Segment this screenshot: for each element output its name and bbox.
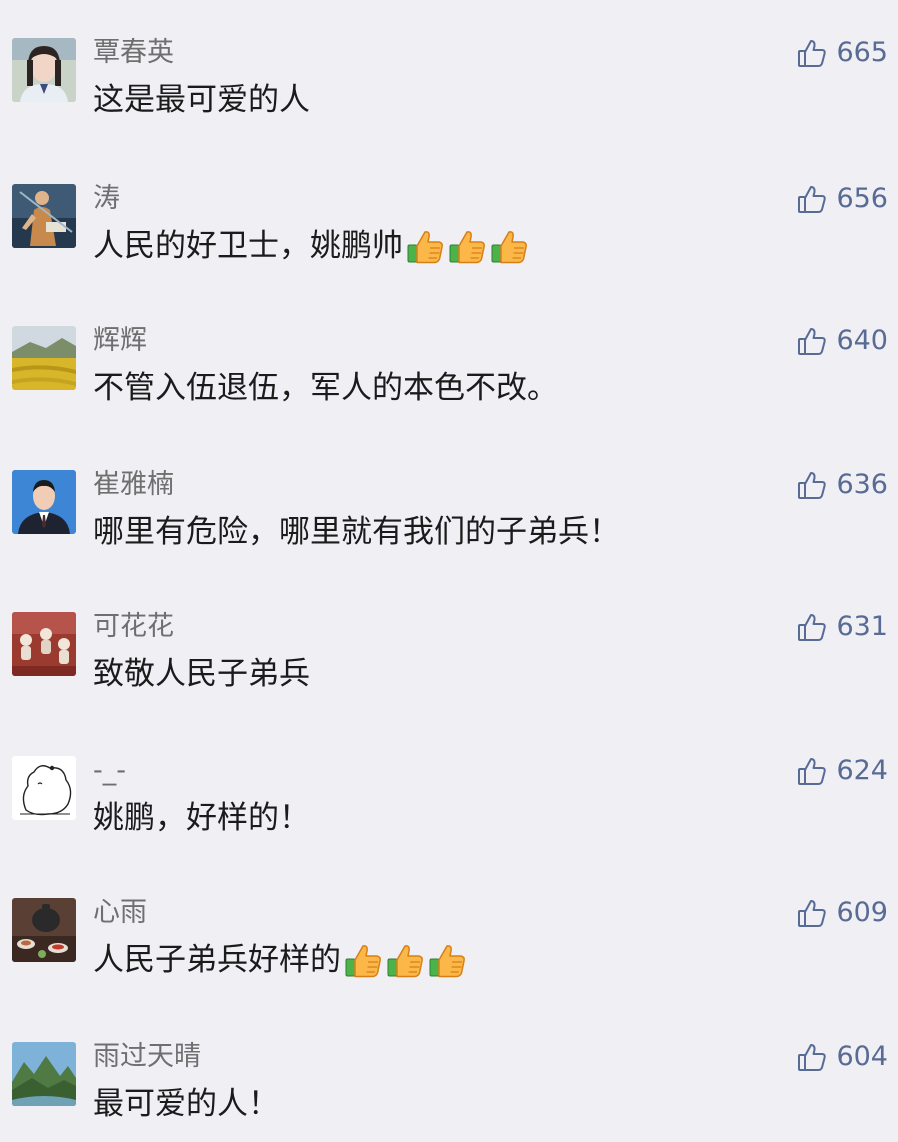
comment-item: 心雨 人民子弟兵好样的 609	[0, 897, 898, 998]
comment-text: 这是最可爱的人	[93, 82, 310, 118]
comment-item: 可花花 致敬人民子弟兵 631	[0, 611, 898, 712]
comment-text: 致敬人民子弟兵	[93, 656, 310, 692]
comment-item: 覃春英 这是最可爱的人 665	[0, 37, 898, 138]
comment-text-row: 这是最可爱的人	[93, 80, 310, 120]
avatar[interactable]	[12, 184, 76, 248]
avatar[interactable]	[12, 38, 76, 102]
username[interactable]: -_-	[93, 756, 126, 786]
avatar-man-portrait	[12, 470, 76, 534]
thumbs-up-emoji-icon	[491, 231, 527, 264]
like-button[interactable]: 631	[796, 608, 888, 646]
comment-text-row: 哪里有危险，哪里就有我们的子弟兵！	[93, 512, 620, 552]
comment-text: 人民子弟兵好样的	[93, 942, 341, 978]
comment-item: 崔雅楠 哪里有危险，哪里就有我们的子弟兵！ 636	[0, 469, 898, 570]
comment-list: 覃春英 这是最可爱的人 665 涛 人民的好卫士，姚鹏帅 656 辉辉 不管入伍…	[0, 0, 898, 1140]
avatar[interactable]	[12, 612, 76, 676]
avatar-woman-portrait	[12, 38, 76, 102]
emoji-group	[343, 940, 469, 980]
comment-text-row: 人民子弟兵好样的	[93, 940, 469, 980]
thumbs-up-emoji-icon	[429, 945, 465, 978]
thumbs-up-icon	[798, 900, 827, 927]
username[interactable]: 雨过天晴	[93, 1042, 201, 1072]
comment-item: 涛 人民的好卫士，姚鹏帅 656	[0, 183, 898, 284]
comment-item: -_- 姚鹏，好样的！ 624	[0, 755, 898, 856]
like-button[interactable]: 609	[796, 894, 888, 932]
username[interactable]: 辉辉	[93, 326, 147, 356]
thumbs-up-emoji-icon	[407, 231, 443, 264]
like-count: 609	[836, 897, 888, 928]
avatar-landscape-field	[12, 326, 76, 390]
like-count: 636	[836, 469, 888, 500]
like-button[interactable]: 640	[796, 322, 888, 360]
avatar-mountain-landscape	[12, 1042, 76, 1106]
thumbs-up-emoji-icon	[449, 231, 485, 264]
like-button[interactable]: 624	[796, 752, 888, 790]
thumbs-up-emoji-icon	[387, 945, 423, 978]
thumbs-up-icon	[798, 40, 827, 67]
like-count: 656	[836, 183, 888, 214]
avatar-illustration	[12, 184, 76, 248]
thumbs-up-icon	[798, 328, 827, 355]
username[interactable]: 覃春英	[93, 38, 174, 68]
like-button[interactable]: 665	[796, 34, 888, 72]
avatar[interactable]	[12, 898, 76, 962]
thumbs-up-icon	[798, 758, 827, 785]
comment-text-row: 人民的好卫士，姚鹏帅	[93, 226, 531, 266]
username[interactable]: 心雨	[93, 898, 147, 928]
comment-item: 雨过天晴 最可爱的人！ 604	[0, 1041, 898, 1142]
like-count: 665	[836, 37, 888, 68]
comment-text: 最可爱的人！	[93, 1086, 279, 1122]
like-count: 604	[836, 1041, 888, 1072]
like-count: 631	[836, 611, 888, 642]
like-button[interactable]: 656	[796, 180, 888, 218]
comment-text-row: 不管入伍退伍，军人的本色不改。	[93, 368, 558, 408]
comment-text: 不管入伍退伍，军人的本色不改。	[93, 370, 558, 406]
like-button[interactable]: 604	[796, 1038, 888, 1076]
avatar-cartoon-sketch	[12, 756, 76, 820]
avatar-tea-set	[12, 898, 76, 962]
emoji-group	[405, 226, 531, 266]
avatar-dolls-on-red	[12, 612, 76, 676]
avatar[interactable]	[12, 326, 76, 390]
username[interactable]: 涛	[93, 184, 120, 214]
comment-text-row: 姚鹏，好样的！	[93, 798, 310, 838]
comment-text-row: 致敬人民子弟兵	[93, 654, 310, 694]
username[interactable]: 可花花	[93, 612, 174, 642]
avatar[interactable]	[12, 470, 76, 534]
comment-text: 哪里有危险，哪里就有我们的子弟兵！	[93, 514, 620, 550]
thumbs-up-icon	[798, 472, 827, 499]
thumbs-up-icon	[798, 186, 827, 213]
thumbs-up-icon	[798, 1044, 827, 1071]
avatar[interactable]	[12, 756, 76, 820]
like-button[interactable]: 636	[796, 466, 888, 504]
like-count: 624	[836, 755, 888, 786]
comment-item: 辉辉 不管入伍退伍，军人的本色不改。 640	[0, 325, 898, 426]
avatar[interactable]	[12, 1042, 76, 1106]
thumbs-up-emoji-icon	[345, 945, 381, 978]
comment-text: 人民的好卫士，姚鹏帅	[93, 228, 403, 264]
comment-text: 姚鹏，好样的！	[93, 800, 310, 836]
comment-text-row: 最可爱的人！	[93, 1084, 279, 1124]
like-count: 640	[836, 325, 888, 356]
thumbs-up-icon	[798, 614, 827, 641]
username[interactable]: 崔雅楠	[93, 470, 174, 500]
